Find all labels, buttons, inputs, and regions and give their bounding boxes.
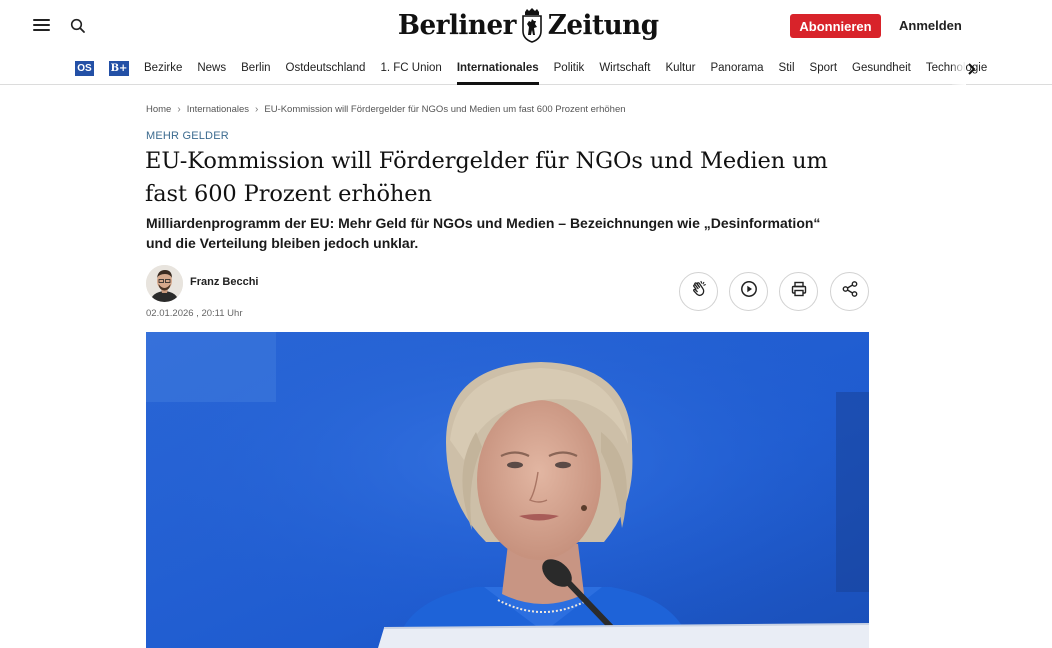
nav-fade bbox=[952, 52, 966, 85]
nav-item-berlin[interactable]: Berlin bbox=[241, 52, 270, 85]
nav-item-sport[interactable]: Sport bbox=[810, 52, 838, 85]
author-name[interactable]: Franz Becchi bbox=[190, 276, 258, 288]
clap-button[interactable] bbox=[679, 272, 718, 311]
login-link[interactable]: Anmelden bbox=[899, 18, 962, 33]
nav-item-internationales[interactable]: Internationales bbox=[456, 52, 539, 85]
site-logo[interactable]: Berliner Zeitung bbox=[396, 3, 659, 47]
author-avatar[interactable] bbox=[146, 265, 183, 302]
article-lead: Milliardenprogramm der EU: Mehr Geld für… bbox=[146, 215, 821, 251]
hamburger-menu-icon[interactable] bbox=[33, 18, 51, 32]
breadcrumb-section[interactable]: Internationales bbox=[187, 104, 249, 115]
bear-crest-icon bbox=[520, 6, 544, 44]
clap-icon bbox=[690, 280, 708, 303]
bz-plus-badge[interactable]: B+ bbox=[109, 61, 129, 76]
article-kicker: MEHR GELDER bbox=[146, 130, 229, 142]
print-button[interactable] bbox=[779, 272, 818, 311]
subscribe-button[interactable]: Abonnieren bbox=[790, 14, 881, 38]
logo-text-right: Zeitung bbox=[547, 9, 659, 41]
nav-item-gesundheit[interactable]: Gesundheit bbox=[852, 52, 911, 85]
nav-item-kultur[interactable]: Kultur bbox=[665, 52, 695, 85]
chevron-right-icon[interactable] bbox=[966, 62, 978, 76]
nav-item-bezirke[interactable]: Bezirke bbox=[144, 52, 182, 85]
chevron-right-icon: › bbox=[255, 104, 259, 115]
site-header: Berliner Zeitung Abonnieren Anmelden bbox=[0, 0, 1052, 52]
nav-item-stil[interactable]: Stil bbox=[779, 52, 795, 85]
logo-text-left: Berliner bbox=[397, 9, 517, 41]
hero-image bbox=[146, 332, 869, 648]
breadcrumb-home[interactable]: Home bbox=[146, 104, 171, 115]
nav-item-wirtschaft[interactable]: Wirtschaft bbox=[599, 52, 650, 85]
nav-item-1-fc-union[interactable]: 1. FC Union bbox=[380, 52, 441, 85]
print-icon bbox=[790, 280, 808, 303]
search-icon[interactable] bbox=[70, 18, 86, 34]
nav-item-news[interactable]: News bbox=[197, 52, 226, 85]
nav-item-ostdeutschland[interactable]: Ostdeutschland bbox=[286, 52, 366, 85]
play-icon bbox=[740, 280, 758, 303]
share-icon bbox=[841, 280, 859, 303]
breadcrumb: Home › Internationales › EU-Kommission w… bbox=[146, 104, 626, 115]
play-audio-button[interactable] bbox=[729, 272, 768, 311]
os-badge[interactable]: OS bbox=[75, 61, 94, 76]
main-navigation: OS B+ Bezirke News Berlin Ostdeutschland 1. … bbox=[0, 52, 1052, 85]
article-headline: EU-Kommission will Fördergelder für NGOs… bbox=[145, 148, 828, 207]
nav-items: Bezirke News Berlin Ostdeutschland 1. FC Uni… bbox=[144, 52, 1002, 85]
nav-item-panorama[interactable]: Panorama bbox=[710, 52, 763, 85]
share-button[interactable] bbox=[830, 272, 869, 311]
publish-date: 02.01.2026 , 20:11 Uhr bbox=[146, 308, 243, 319]
chevron-right-icon: › bbox=[177, 104, 181, 115]
nav-item-politik[interactable]: Politik bbox=[554, 52, 585, 85]
breadcrumb-current: EU-Kommission will Fördergelder für NGOs… bbox=[264, 104, 626, 115]
